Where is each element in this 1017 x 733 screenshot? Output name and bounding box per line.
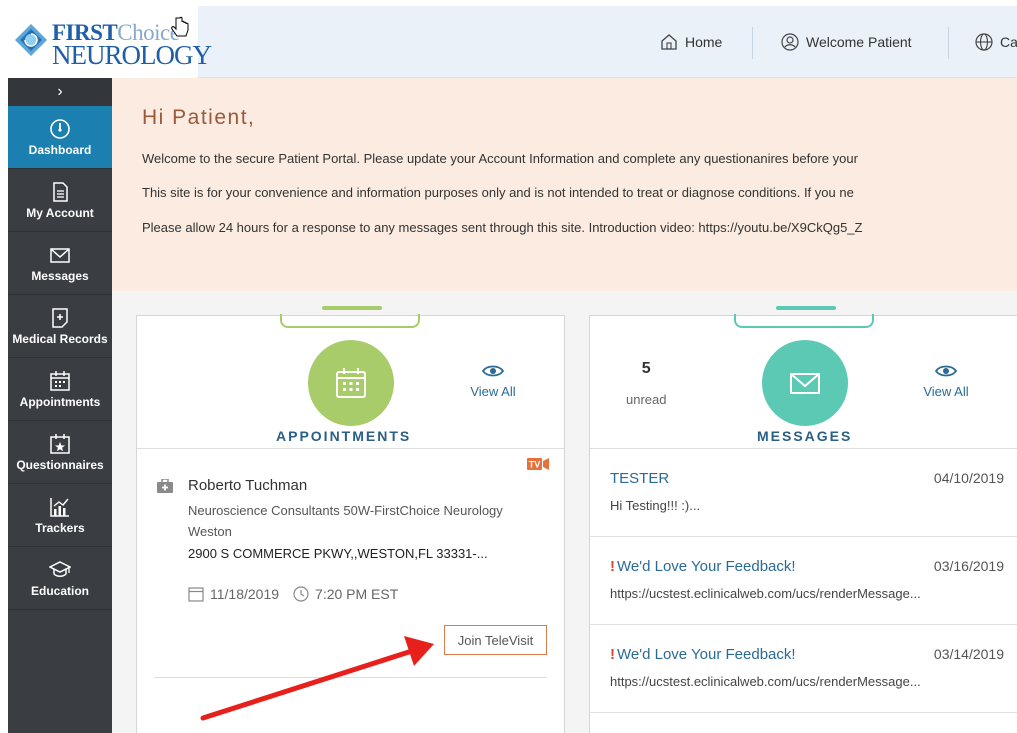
banner-line: Welcome to the secure Patient Portal. Pl… (142, 151, 858, 166)
sidebar-item-trackers[interactable]: Trackers (8, 484, 112, 547)
message-preview: https://ucstest.eclinicalweb.com/ucs/ren… (610, 586, 921, 601)
priority-icon: ! (610, 646, 615, 663)
sidebar-item-label: My Account (26, 205, 94, 220)
document-icon (53, 181, 68, 202)
message-preview: https://ucstest.eclinicalweb.com/ucs/ren… (610, 674, 921, 689)
sidebar-item-label: Messages (31, 268, 89, 283)
appointment-time-wrap: 7:20 PM EST (293, 586, 398, 602)
message-preview: Hi Testing!!! :)... (610, 498, 701, 513)
sidebar-item-my-account[interactable]: My Account (8, 169, 112, 232)
greeting-heading: Hi Patient, (142, 106, 256, 129)
nav-home[interactable]: Home (659, 6, 722, 78)
sidebar: › Dashboard My Account Messages Medical … (8, 78, 112, 733)
sidebar-item-label: Appointments (19, 394, 101, 409)
sidebar-item-label: Dashboard (28, 142, 92, 157)
message-subject: TESTER (610, 470, 670, 487)
eye-icon (935, 365, 957, 377)
message-row[interactable]: ! We'd Love Your Feedback! 03/14/2019 htt… (590, 625, 1017, 713)
banner-line: This site is for your convenience and in… (142, 185, 854, 200)
banner-line: Please allow 24 hours for a response to … (142, 220, 863, 235)
sidebar-expand-toggle[interactable]: › (8, 78, 112, 106)
calendar-icon (50, 370, 70, 391)
nav-welcome-patient[interactable]: Welcome Patient (780, 6, 912, 78)
appointment-datetime: 11/18/2019 7:20 PM EST (188, 586, 398, 602)
sidebar-item-education[interactable]: Education (8, 547, 112, 610)
medical-record-icon (52, 307, 68, 328)
card-divider (137, 448, 564, 449)
envelope-icon (790, 373, 820, 394)
gauge-icon (50, 118, 70, 139)
message-row[interactable]: TESTER 04/10/2019 Hi Testing!!! :)... (590, 449, 1017, 537)
messages-card: 5 unread View All MESSAGES TESTER 04/10/… (589, 306, 1017, 733)
appointments-view-all[interactable]: View All (457, 364, 529, 399)
nav-welcome-label: Welcome Patient (806, 34, 912, 50)
top-header: FIRSTChoice NEUROLOGY Home Welcome Patie… (8, 6, 1017, 78)
globe-icon (975, 33, 993, 51)
join-televisit-button[interactable]: Join TeleVisit (444, 625, 547, 655)
nav-home-label: Home (685, 34, 723, 50)
user-icon (781, 33, 799, 51)
calendar-star-icon (50, 433, 70, 454)
card-tab-notch (734, 306, 874, 328)
unread-label: unread (626, 392, 667, 407)
logo-swirl-icon (15, 24, 47, 56)
logo[interactable]: FIRSTChoice NEUROLOGY (8, 6, 212, 78)
message-date: 03/16/2019 (933, 558, 1004, 574)
appointments-circle[interactable] (308, 340, 394, 426)
sidebar-item-label: Medical Records (12, 331, 108, 346)
sidebar-item-appointments[interactable]: Appointments (8, 358, 112, 421)
tv-badge-text: TV (529, 460, 541, 470)
envelope-icon (50, 247, 70, 263)
tv-badge-icon: TV (527, 458, 549, 470)
sidebar-item-questionnaires[interactable]: Questionnaires (8, 421, 112, 484)
message-row[interactable]: ! We'd Love Your Feedback! 03/16/2019 htt… (590, 537, 1017, 625)
message-subject: ! We'd Love Your Feedback! (610, 646, 796, 663)
appointment-doctor-name[interactable]: Roberto Tuchman (188, 477, 307, 494)
priority-icon: ! (610, 558, 615, 575)
graduation-cap-icon (49, 560, 71, 577)
medical-bag-icon (157, 479, 173, 493)
message-subject: ! We'd Love Your Feedback! (610, 558, 796, 575)
sidebar-item-label: Trackers (35, 520, 85, 535)
sidebar-item-medical-records[interactable]: Medical Records (8, 295, 112, 358)
messages-circle[interactable] (762, 340, 848, 426)
appointments-card: View All APPOINTMENTS TV Roberto Tuchman… (136, 306, 565, 733)
unread-count: 5 (641, 360, 651, 377)
view-all-label: View All (470, 384, 516, 399)
appointment-address: 2900 S COMMERCE PKWY,,WESTON,FL 33331-..… (188, 546, 488, 561)
message-date: 04/10/2019 (933, 470, 1004, 486)
calendar-icon (336, 368, 366, 398)
nav-language-label: Ca (1000, 34, 1017, 50)
hand-cursor-icon (171, 16, 189, 37)
appointment-date: 11/18/2019 (210, 586, 280, 602)
nav-divider (948, 27, 949, 59)
home-icon (661, 34, 677, 50)
appointment-separator (154, 677, 547, 678)
sidebar-item-label: Questionnaires (16, 457, 104, 472)
eye-icon (482, 365, 504, 377)
card-tab-notch (280, 306, 420, 328)
welcome-banner: Hi Patient, Welcome to the secure Patien… (112, 78, 1017, 291)
message-date: 03/14/2019 (933, 646, 1004, 662)
appointments-title: APPOINTMENTS (276, 428, 412, 444)
clock-icon (293, 586, 309, 602)
appointment-time: 7:20 PM EST (315, 586, 399, 602)
messages-view-all[interactable]: View All (910, 364, 982, 399)
chart-icon (50, 497, 69, 517)
calendar-icon (188, 587, 204, 602)
nav-divider (752, 27, 753, 59)
logo-text-neurology: NEUROLOGY (52, 40, 212, 70)
appointment-practice: Neuroscience Consultants 50W-FirstChoice… (188, 503, 503, 539)
sidebar-item-dashboard[interactable]: Dashboard (8, 106, 112, 169)
sidebar-item-messages[interactable]: Messages (8, 232, 112, 295)
unread-counter[interactable]: 5 unread (626, 360, 666, 407)
view-all-label: View All (923, 384, 969, 399)
sidebar-item-label: Education (30, 583, 89, 598)
messages-title: MESSAGES (757, 428, 853, 444)
nav-language[interactable]: Ca (974, 6, 1017, 78)
